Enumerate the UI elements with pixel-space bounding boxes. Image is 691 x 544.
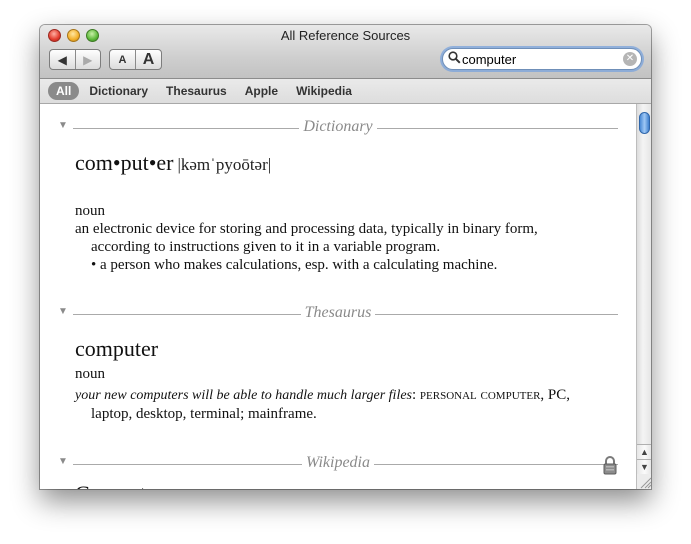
titlebar: All Reference Sources ◀ ▶ A A ✕ bbox=[40, 25, 651, 79]
decrease-font-button[interactable]: A bbox=[110, 50, 135, 69]
tab-all[interactable]: All bbox=[48, 82, 80, 100]
increase-font-button[interactable]: A bbox=[135, 50, 161, 69]
search-field[interactable]: ✕ bbox=[442, 48, 642, 70]
forward-button[interactable]: ▶ bbox=[74, 50, 101, 69]
search-input[interactable] bbox=[462, 51, 612, 67]
scroll-down-arrow-icon[interactable]: ▼ bbox=[637, 459, 651, 475]
tab-wikipedia[interactable]: Wikipedia bbox=[288, 82, 360, 100]
headword-text: com•put•er bbox=[75, 150, 174, 175]
forward-arrow-icon: ▶ bbox=[83, 52, 93, 67]
section-title: Wikipedia bbox=[302, 454, 374, 471]
font-size-buttons: A A bbox=[109, 49, 162, 70]
window-title: All Reference Sources bbox=[280, 28, 411, 43]
synonyms-line: laptop, desktop, terminal; mainframe. bbox=[91, 406, 317, 422]
pronunciation: |kəmˈpyoōtər| bbox=[177, 155, 272, 174]
wikipedia-section-header[interactable]: ▼ Wikipedia bbox=[58, 454, 618, 472]
thesaurus-entry: your new computers will be able to handl… bbox=[75, 387, 571, 403]
back-button[interactable]: ◀ bbox=[50, 50, 75, 69]
lock-icon[interactable] bbox=[602, 455, 618, 475]
tab-dictionary[interactable]: Dictionary bbox=[81, 82, 156, 100]
definition-line: an electronic device for storing and pro… bbox=[75, 221, 538, 237]
section-title: Dictionary bbox=[299, 118, 377, 135]
vertical-scrollbar[interactable]: ▲ ▼ bbox=[636, 104, 651, 475]
synonym-small-caps: personal computer bbox=[419, 387, 541, 403]
thesaurus-section-header[interactable]: ▼ Thesaurus bbox=[58, 304, 618, 322]
source-tabs-bar: All Dictionary Thesaurus Apple Wikipedia bbox=[40, 79, 651, 104]
thesaurus-headword: computer bbox=[75, 336, 159, 361]
tab-apple[interactable]: Apple bbox=[237, 82, 286, 100]
wikipedia-headword: Computer bbox=[75, 481, 163, 489]
clear-search-icon[interactable]: ✕ bbox=[623, 52, 637, 66]
navigation-buttons: ◀ ▶ bbox=[49, 49, 101, 70]
part-of-speech: noun bbox=[75, 203, 105, 219]
definition-line: according to instructions given to it in… bbox=[91, 239, 441, 255]
resize-grip-icon[interactable] bbox=[636, 474, 651, 489]
part-of-speech: noun bbox=[75, 366, 105, 382]
search-icon bbox=[448, 51, 461, 67]
dictionary-window: All Reference Sources ◀ ▶ A A ✕ All Dict… bbox=[40, 25, 651, 489]
scroll-up-arrow-icon[interactable]: ▲ bbox=[637, 444, 651, 460]
dictionary-headword: com•put•er |kəmˈpyoōtər| bbox=[75, 150, 271, 176]
definition-subsense: • a person who makes calculations, esp. … bbox=[91, 257, 498, 273]
results-content: ▼ Dictionary com•put•er |kəmˈpyoōtər| nou… bbox=[40, 104, 636, 489]
synonyms: , PC, bbox=[540, 387, 571, 403]
tab-thesaurus[interactable]: Thesaurus bbox=[158, 82, 235, 100]
dictionary-section-header[interactable]: ▼ Dictionary bbox=[58, 118, 618, 136]
back-arrow-icon: ◀ bbox=[57, 52, 67, 67]
usage-example: your new computers will be able to handl… bbox=[75, 388, 412, 403]
scrollbar-thumb[interactable] bbox=[639, 112, 650, 134]
section-title: Thesaurus bbox=[300, 304, 376, 321]
